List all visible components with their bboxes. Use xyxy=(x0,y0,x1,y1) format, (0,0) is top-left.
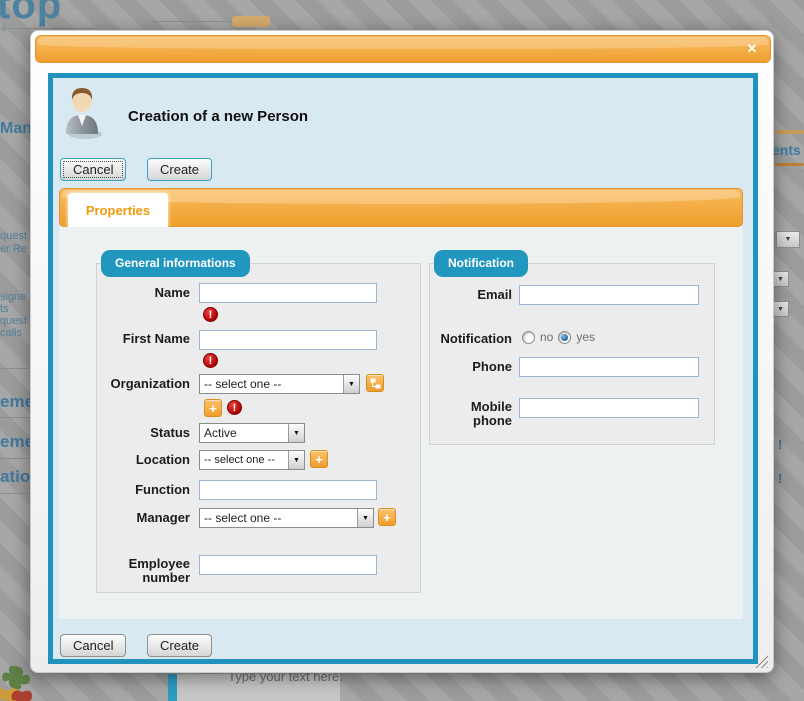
status-select-value: Active xyxy=(204,426,237,440)
mobile-phone-label: Mobile phone xyxy=(430,400,512,428)
create-button-top[interactable]: Create xyxy=(147,158,212,181)
add-organization-button[interactable]: + xyxy=(204,399,222,417)
phone-label: Phone xyxy=(430,360,512,374)
status-select[interactable]: Active ▼ xyxy=(199,423,305,443)
sidebar-section-title: eme xyxy=(0,392,34,412)
email-input[interactable] xyxy=(519,285,699,305)
chevron-down-icon: ▼ xyxy=(777,306,784,313)
general-informations-legend: General informations xyxy=(101,250,250,277)
status-label: Status xyxy=(97,426,190,440)
employee-number-input[interactable] xyxy=(199,555,377,575)
radio-yes[interactable] xyxy=(558,331,571,344)
plus-icon: + xyxy=(383,510,391,525)
sidebar-item: er Re xyxy=(0,243,27,255)
manager-select-value: -- select one -- xyxy=(204,511,281,525)
sidebar-item: quest xyxy=(0,315,27,327)
divider xyxy=(0,368,28,369)
create-button-bottom[interactable]: Create xyxy=(147,634,212,657)
phone-input[interactable] xyxy=(519,357,699,377)
location-select[interactable]: -- select one -- ▼ xyxy=(199,450,305,470)
divider xyxy=(0,493,28,494)
properties-panel: General informations Name ! First Name !… xyxy=(59,227,743,619)
radio-no[interactable] xyxy=(522,331,535,344)
function-input[interactable] xyxy=(199,480,377,500)
location-select-value: -- select one -- xyxy=(204,454,275,466)
background-rule xyxy=(775,163,804,166)
general-informations-fieldset: General informations Name ! First Name !… xyxy=(96,263,421,593)
add-location-button[interactable]: + xyxy=(310,450,328,468)
background-mark: ! xyxy=(778,437,782,452)
sidebar-section-title: Man xyxy=(0,120,32,138)
notification-radio-group: no yes xyxy=(522,330,595,344)
plus-icon: + xyxy=(315,452,323,467)
dialog-title: Creation of a new Person xyxy=(128,108,308,125)
cancel-button-top[interactable]: Cancel xyxy=(60,158,126,181)
validation-error-icon: ! xyxy=(227,400,242,415)
chevron-down-icon[interactable]: ▼ xyxy=(357,509,373,527)
background-mark: ! xyxy=(778,471,782,486)
chevron-down-icon: ▼ xyxy=(785,236,792,243)
tab-properties[interactable]: Properties xyxy=(68,193,168,228)
divider xyxy=(0,417,28,418)
background-dropdown: ▼ xyxy=(772,271,789,287)
sidebar-item: quest xyxy=(0,230,27,242)
manager-select[interactable]: -- select one -- ▼ xyxy=(199,508,374,528)
notification-label: Notification xyxy=(430,332,512,346)
person-icon xyxy=(59,84,105,140)
background-bar xyxy=(168,674,177,701)
sidebar-section-title: eme xyxy=(0,432,34,452)
dialog-content: Creation of a new Person Cancel Create P… xyxy=(48,73,758,664)
background-rule xyxy=(775,130,804,134)
chevron-down-icon[interactable]: ▼ xyxy=(288,424,304,442)
background-heading: ents xyxy=(772,142,801,158)
background-tab xyxy=(232,16,270,27)
itop-logo: top xyxy=(0,0,62,28)
mobile-phone-input[interactable] xyxy=(519,398,699,418)
chevron-down-icon: ▼ xyxy=(777,276,784,283)
sidebar-section-title: atio xyxy=(0,467,30,487)
validation-error-icon: ! xyxy=(203,307,218,322)
organization-label: Organization xyxy=(97,377,190,391)
sidebar-item: ts xyxy=(0,303,9,315)
name-input[interactable] xyxy=(199,283,377,303)
sidebar-item: calls xyxy=(0,327,22,339)
page-background: top s Man quest er Re signe ts quest cal… xyxy=(0,0,804,701)
background-dropdown: ▼ xyxy=(772,301,789,317)
divider xyxy=(0,458,28,459)
manager-label: Manager xyxy=(97,511,190,525)
organization-select[interactable]: -- select one -- ▼ xyxy=(199,374,360,394)
employee-number-label: Employee number xyxy=(97,557,190,585)
sidebar-item: signe xyxy=(0,291,26,303)
location-label: Location xyxy=(97,453,190,467)
first-name-label: First Name xyxy=(97,332,190,346)
function-label: Function xyxy=(97,483,190,497)
notification-fieldset: Notification Email Notification no yes P… xyxy=(429,263,715,445)
tab-bar: Properties xyxy=(59,188,743,227)
name-label: Name xyxy=(97,286,190,300)
dialog-titlebar[interactable]: ✕ xyxy=(35,35,771,63)
cancel-button-bottom[interactable]: Cancel xyxy=(60,634,126,657)
radio-no-label: no xyxy=(540,330,553,344)
background-dropdown: ▼ xyxy=(776,231,800,248)
email-label: Email xyxy=(430,288,512,302)
first-name-input[interactable] xyxy=(199,330,377,350)
background-text: s xyxy=(1,20,7,34)
notification-legend: Notification xyxy=(434,250,528,277)
divider xyxy=(150,21,233,22)
radio-yes-label: yes xyxy=(576,330,595,344)
chevron-down-icon[interactable]: ▼ xyxy=(288,451,304,469)
hierarchy-icon xyxy=(370,378,381,389)
add-manager-button[interactable]: + xyxy=(378,508,396,526)
organization-hierarchy-button[interactable] xyxy=(366,374,384,392)
organization-select-value: -- select one -- xyxy=(204,377,281,391)
plus-icon: + xyxy=(209,401,217,416)
chevron-down-icon[interactable]: ▼ xyxy=(343,375,359,393)
divider xyxy=(0,28,95,29)
validation-error-icon: ! xyxy=(203,353,218,368)
create-person-dialog: ✕ Creation of a new Person Cancel Create xyxy=(30,30,774,673)
close-icon[interactable]: ✕ xyxy=(743,40,761,58)
